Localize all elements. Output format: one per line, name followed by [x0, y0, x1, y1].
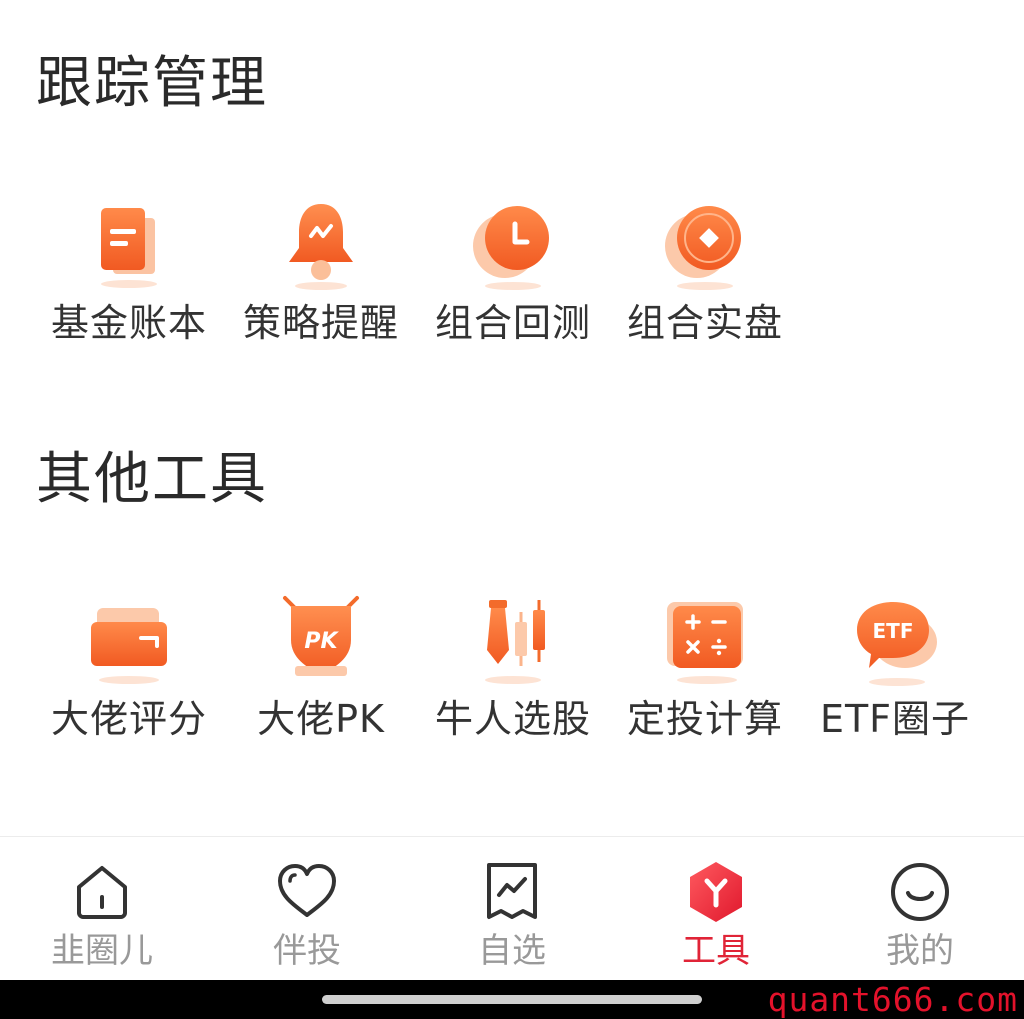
tool-label: 组合实盘 [626, 301, 783, 345]
tracking-tools-grid: 基金账本 策略提醒 组合回测 组合实盘 [0, 192, 1024, 382]
nav-item-watchlist[interactable]: 自选 [410, 837, 614, 981]
other-section-title: 其他工具 [36, 447, 268, 512]
fund-ledger-icon [81, 196, 177, 292]
coin-icon [657, 196, 753, 292]
nav-item-home[interactable]: 韭圈儿 [0, 837, 204, 981]
tool-strategy-alert[interactable]: 策略提醒 [226, 192, 416, 382]
smile-icon [887, 859, 953, 925]
pk-shield-icon: PK [273, 592, 369, 688]
tool-expert-rating[interactable]: 大佬评分 [34, 588, 224, 778]
tie-candlestick-icon [465, 592, 561, 688]
svg-text:ETF: ETF [873, 619, 914, 643]
tools-hexagon-icon [683, 859, 749, 925]
nav-label: 韭圈儿 [51, 931, 153, 971]
nav-label: 我的 [886, 931, 954, 971]
bell-icon [273, 196, 369, 292]
tool-label: 基金账本 [50, 301, 207, 345]
nav-label: 工具 [682, 931, 750, 971]
tool-fund-ledger[interactable]: 基金账本 [34, 192, 224, 382]
wallet-card-icon [81, 592, 177, 688]
tool-etf-circle[interactable]: ETF ETF圈子 [800, 588, 990, 778]
tool-sip-calculator[interactable]: 定投计算 [610, 588, 800, 778]
system-home-bar: quant666.com [0, 980, 1024, 1019]
etf-chat-icon: ETF [847, 592, 943, 688]
svg-text:PK: PK [304, 629, 339, 654]
tool-portfolio-backtest[interactable]: 组合回测 [418, 192, 608, 382]
nav-label: 自选 [478, 931, 546, 971]
tool-expert-pk[interactable]: PK 大佬PK [226, 588, 416, 778]
home-indicator[interactable] [322, 995, 702, 1004]
heart-icon [274, 859, 340, 925]
clock-icon [465, 196, 561, 292]
tool-star-stock-picking[interactable]: 牛人选股 [418, 588, 608, 778]
tool-label: 牛人选股 [434, 697, 591, 741]
tracking-section-title: 跟踪管理 [36, 51, 268, 116]
other-tools-grid: 大佬评分 PK 大佬PK 牛人选股 定投计算 ETF ETF圈子 [0, 588, 1024, 778]
nav-label: 伴投 [273, 931, 341, 971]
watermark-text: quant666.com [767, 980, 1018, 1019]
nav-item-companion[interactable]: 伴投 [205, 837, 409, 981]
tool-label: 大佬评分 [50, 697, 207, 741]
nav-item-profile[interactable]: 我的 [818, 837, 1022, 981]
chart-icon [479, 859, 545, 925]
nav-item-tools[interactable]: 工具 [614, 837, 818, 981]
bottom-nav: 韭圈儿 伴投 自选 工具 我的 [0, 836, 1024, 981]
tool-label: 策略提醒 [242, 301, 399, 345]
tool-label: 组合回测 [434, 301, 591, 345]
tool-portfolio-live[interactable]: 组合实盘 [610, 192, 800, 382]
tool-label: 定投计算 [626, 697, 783, 741]
tool-label: ETF圈子 [819, 697, 971, 741]
calculator-icon [657, 592, 753, 688]
home-icon [69, 859, 135, 925]
tool-label: 大佬PK [257, 697, 385, 741]
